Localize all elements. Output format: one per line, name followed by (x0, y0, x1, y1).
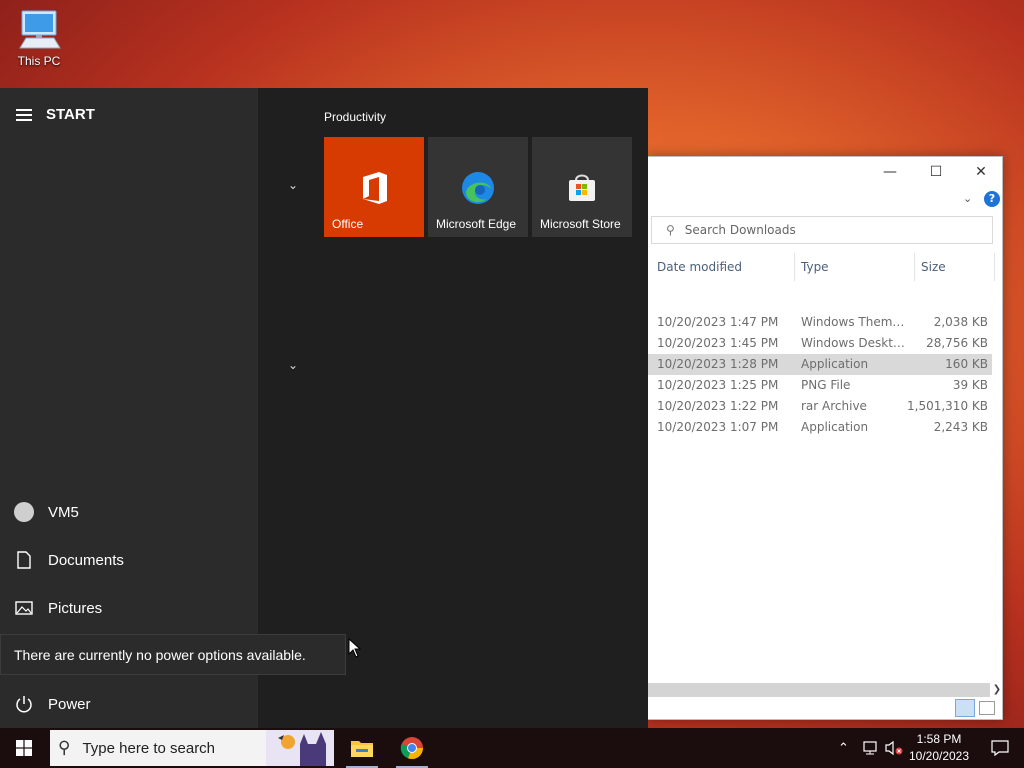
sidebar-item-label: Documents (48, 551, 124, 569)
file-row[interactable]: 10/20/2023 1:07 PM Application 2,243 KB (647, 417, 992, 438)
sidebar-item-power[interactable]: Power (14, 694, 91, 714)
start-button[interactable] (0, 728, 48, 768)
file-size: 2,038 KB (933, 315, 988, 329)
file-row[interactable]: 10/20/2023 1:45 PM Windows Desktop... 28… (647, 333, 992, 354)
start-header[interactable]: START (16, 106, 95, 123)
tile-microsoft-edge[interactable]: Microsoft Edge (428, 137, 528, 237)
file-type: Application (801, 357, 869, 371)
start-title: START (46, 106, 95, 123)
file-size: 160 KB (945, 357, 988, 371)
file-row[interactable]: 10/20/2023 1:22 PM rar Archive 1,501,310… (647, 396, 992, 417)
maximize-button[interactable]: ☐ (913, 157, 959, 187)
hamburger-menu-icon[interactable] (16, 108, 32, 121)
tile-microsoft-store[interactable]: Microsoft Store (532, 137, 632, 237)
ribbon-bar: ⌄ ? (647, 187, 1002, 213)
mouse-cursor-icon (348, 638, 362, 658)
file-date: 10/20/2023 1:25 PM (657, 378, 779, 392)
file-size: 1,501,310 KB (907, 399, 988, 413)
column-header-date[interactable]: Date modified (657, 253, 795, 281)
clock-time: 1:58 PM (916, 732, 962, 746)
network-icon[interactable] (862, 728, 880, 768)
desktop-icon-label: This PC (17, 54, 61, 68)
file-date: 10/20/2023 1:47 PM (657, 315, 779, 329)
start-sidebar (0, 88, 258, 728)
file-type: Windows Desktop... (801, 336, 909, 350)
tile-label: Microsoft Store (540, 217, 621, 231)
sidebar-item-pictures[interactable]: Pictures (14, 598, 102, 618)
horizontal-scrollbar[interactable] (647, 683, 990, 697)
column-headers: Date modified ⌄ Type Size (647, 253, 1002, 281)
file-row-selected[interactable]: 10/20/2023 1:28 PM Application 160 KB (647, 354, 992, 375)
file-date: 10/20/2023 1:07 PM (657, 420, 779, 434)
file-type: Application (801, 420, 869, 434)
collapse-group-chevron-icon[interactable]: ⌄ (288, 178, 298, 192)
edge-icon (462, 172, 494, 204)
file-type: rar Archive (801, 399, 867, 413)
file-size: 39 KB (952, 378, 988, 392)
tile-office[interactable]: Office (324, 137, 424, 237)
chrome-icon (400, 737, 424, 760)
close-button[interactable]: ✕ (958, 157, 1002, 187)
search-icon: ⚲ (58, 738, 71, 757)
search-placeholder: Search Downloads (684, 223, 796, 237)
clock-date: 10/20/2023 (908, 749, 970, 763)
power-options-tooltip: There are currently no power options ava… (0, 634, 346, 675)
search-icon: ⚲ (666, 223, 675, 237)
taskbar-chrome[interactable] (390, 728, 434, 768)
sort-arrow-icon: ⌄ (719, 262, 726, 271)
file-type: Windows Theme ... (801, 315, 909, 329)
tile-label: Microsoft Edge (436, 217, 517, 231)
show-hidden-icons-chevron-icon[interactable]: ⌃ (838, 728, 849, 768)
tile-label: Office (332, 217, 364, 231)
notification-center-icon[interactable] (980, 728, 1020, 768)
search-placeholder: Type here to search (82, 739, 216, 757)
start-menu: START ⌄ ⌄ Productivity Office Microsoft … (0, 88, 648, 728)
pictures-icon (14, 598, 34, 618)
sidebar-item-label: Pictures (48, 599, 103, 617)
search-downloads-input[interactable]: ⚲ Search Downloads (651, 216, 993, 244)
sidebar-item-user[interactable]: VM5 (14, 502, 79, 522)
large-icons-view-icon[interactable] (979, 701, 995, 715)
windows-logo-icon (16, 740, 32, 756)
file-size: 2,243 KB (933, 420, 988, 434)
file-type: PNG File (801, 378, 851, 392)
sidebar-item-label: Power (48, 695, 91, 713)
file-explorer-window: — ☐ ✕ ⌄ ? ⚲ Search Downloads Date modifi… (646, 156, 1003, 720)
file-date: 10/20/2023 1:28 PM (657, 357, 779, 371)
file-row[interactable]: 10/20/2023 1:47 PM Windows Theme ... 2,0… (647, 312, 992, 333)
minimize-button[interactable]: — (867, 157, 913, 187)
file-size: 28,756 KB (926, 336, 988, 350)
power-icon (14, 694, 34, 714)
computer-icon (19, 10, 61, 49)
volume-muted-icon[interactable] (884, 728, 904, 768)
taskbar-search-box[interactable]: ⚲ Type here to search (50, 730, 334, 766)
document-icon (14, 550, 34, 570)
collapse-group-chevron-icon[interactable]: ⌄ (288, 358, 298, 372)
user-avatar-icon (14, 502, 34, 522)
file-date: 10/20/2023 1:22 PM (657, 399, 779, 413)
column-header-size[interactable]: Size (921, 253, 995, 281)
file-row[interactable]: 10/20/2023 1:25 PM PNG File 39 KB (647, 375, 992, 396)
tile-group-title: Productivity (324, 110, 387, 124)
file-list: 10/20/2023 1:47 PM Windows Theme ... 2,0… (647, 312, 992, 438)
file-date: 10/20/2023 1:45 PM (657, 336, 779, 350)
taskbar-clock[interactable]: 1:58 PM 10/20/2023 (904, 731, 974, 765)
search-highlight-illustration-icon (266, 730, 334, 766)
taskbar-file-explorer[interactable] (340, 728, 384, 768)
folder-icon (351, 741, 373, 757)
scroll-right-icon[interactable]: ❯ (990, 683, 1002, 697)
sidebar-item-documents[interactable]: Documents (14, 550, 124, 570)
sidebar-item-label: VM5 (48, 503, 79, 521)
details-view-icon[interactable] (955, 699, 975, 717)
column-header-type[interactable]: Type (801, 253, 915, 281)
taskbar: ⚲ Type here to search ⌃ 1:58 PM 10/20/20… (0, 728, 1024, 768)
desktop-icon-this-pc[interactable]: This PC (8, 8, 70, 68)
window-titlebar: — ☐ ✕ (647, 157, 1002, 187)
store-icon (569, 174, 595, 201)
expand-ribbon-chevron-icon[interactable]: ⌄ (963, 192, 972, 205)
help-icon[interactable]: ? (984, 191, 1000, 207)
office-icon (363, 172, 387, 204)
